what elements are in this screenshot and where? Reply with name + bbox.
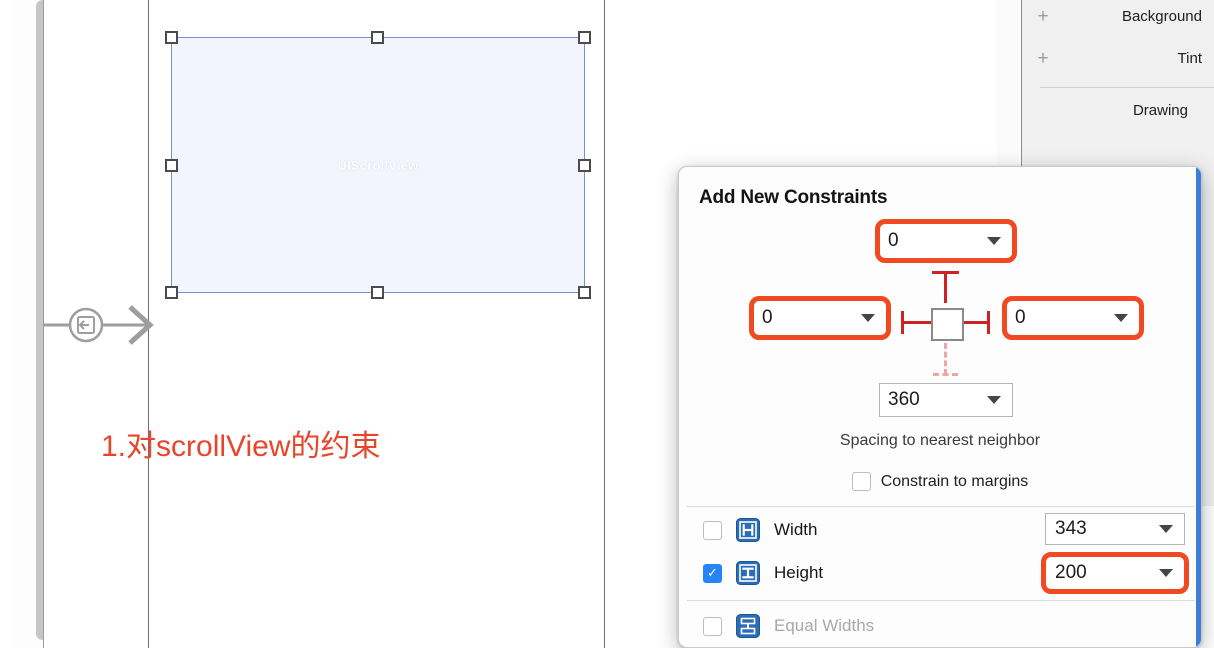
popover-divider-top xyxy=(687,506,1195,507)
annotation-text: 1.对scrollView的约束 xyxy=(101,430,381,463)
constrain-to-margins-checkbox[interactable] xyxy=(851,472,871,491)
strut-bottom-cap xyxy=(933,373,958,376)
constrain-to-margins-label: Constrain to margins xyxy=(880,472,1029,490)
bottom-spacing-combo[interactable]: 360 xyxy=(879,383,1013,417)
width-checkbox[interactable] xyxy=(703,520,722,540)
add-background-variation-icon[interactable]: + xyxy=(1036,7,1050,26)
chevron-down-icon[interactable] xyxy=(861,314,875,322)
resize-handle-top-right[interactable] xyxy=(578,31,591,44)
strut-right-cap xyxy=(987,311,990,334)
width-dimension-icon xyxy=(736,518,760,542)
chevron-down-icon[interactable] xyxy=(1114,314,1128,322)
background-label: Background xyxy=(1121,7,1202,25)
chevron-down-icon[interactable] xyxy=(987,237,1001,245)
constrain-to-margins-row[interactable]: Constrain to margins xyxy=(679,472,1201,491)
strut-left[interactable] xyxy=(901,321,933,324)
strut-bottom[interactable] xyxy=(944,343,947,375)
uiscrollview-label: UIScrollView xyxy=(337,157,419,173)
chevron-down-icon[interactable] xyxy=(1159,525,1173,533)
right-spacing-value: 0 xyxy=(1015,307,1026,328)
equal-widths-icon xyxy=(736,614,760,638)
resize-handle-top-center[interactable] xyxy=(371,31,384,44)
popover-divider-bottom xyxy=(687,600,1195,601)
top-spacing-value: 0 xyxy=(888,230,899,251)
resize-handle-middle-right[interactable] xyxy=(578,159,591,172)
canvas-vertical-scrollbar-track[interactable] xyxy=(14,0,49,648)
width-value: 343 xyxy=(1055,518,1087,539)
right-spacing-combo[interactable]: 0 xyxy=(1006,300,1140,336)
add-new-constraints-popover[interactable]: Add New Constraints 0 0 0 360 Spacing to… xyxy=(678,166,1202,648)
chevron-down-icon[interactable] xyxy=(1159,569,1173,577)
constraint-target-box xyxy=(931,308,964,341)
inspector-separator xyxy=(1040,87,1214,88)
top-spacing-combo[interactable]: 0 xyxy=(879,223,1013,259)
chevron-down-icon[interactable] xyxy=(987,396,1001,404)
bottom-spacing-value: 360 xyxy=(888,389,920,410)
dimension-row-equal-widths[interactable]: Equal Widths xyxy=(679,605,1201,647)
resize-handle-bottom-left[interactable] xyxy=(165,286,178,299)
storyboard-entry-point-arrow-icon[interactable] xyxy=(44,298,154,352)
add-tint-variation-icon[interactable]: + xyxy=(1036,49,1050,68)
left-spacing-value: 0 xyxy=(762,307,773,328)
resize-handle-top-left[interactable] xyxy=(165,31,178,44)
equal-widths-checkbox[interactable] xyxy=(703,616,722,636)
inspector-row-drawing[interactable]: Drawing xyxy=(1036,96,1198,124)
resize-handle-bottom-center[interactable] xyxy=(371,286,384,299)
resize-handle-bottom-right[interactable] xyxy=(578,286,591,299)
strut-top[interactable] xyxy=(944,271,947,303)
resize-handle-middle-left[interactable] xyxy=(165,159,178,172)
tint-label: Tint xyxy=(1177,49,1202,67)
height-checkbox[interactable]: ✓ xyxy=(703,563,722,583)
width-label: Width xyxy=(774,520,818,539)
inspector-row-tint[interactable]: + Tint xyxy=(1036,44,1212,72)
height-value: 200 xyxy=(1055,562,1087,583)
inspector-row-background[interactable]: + Background xyxy=(1036,2,1212,30)
selected-uiscrollview[interactable]: UIScrollView xyxy=(171,37,585,293)
left-spacing-combo[interactable]: 0 xyxy=(753,300,887,336)
equal-widths-label: Equal Widths xyxy=(774,616,875,635)
popover-title: Add New Constraints xyxy=(699,187,888,208)
width-value-combo[interactable]: 343 xyxy=(1045,513,1185,545)
strut-left-cap xyxy=(901,311,904,334)
height-dimension-icon xyxy=(736,561,760,585)
strut-top-cap xyxy=(932,271,959,274)
drawing-label: Drawing xyxy=(1132,101,1188,119)
height-value-combo[interactable]: 200 xyxy=(1045,556,1185,590)
spacing-caption: Spacing to nearest neighbor xyxy=(839,432,1041,449)
height-label: Height xyxy=(774,563,824,582)
